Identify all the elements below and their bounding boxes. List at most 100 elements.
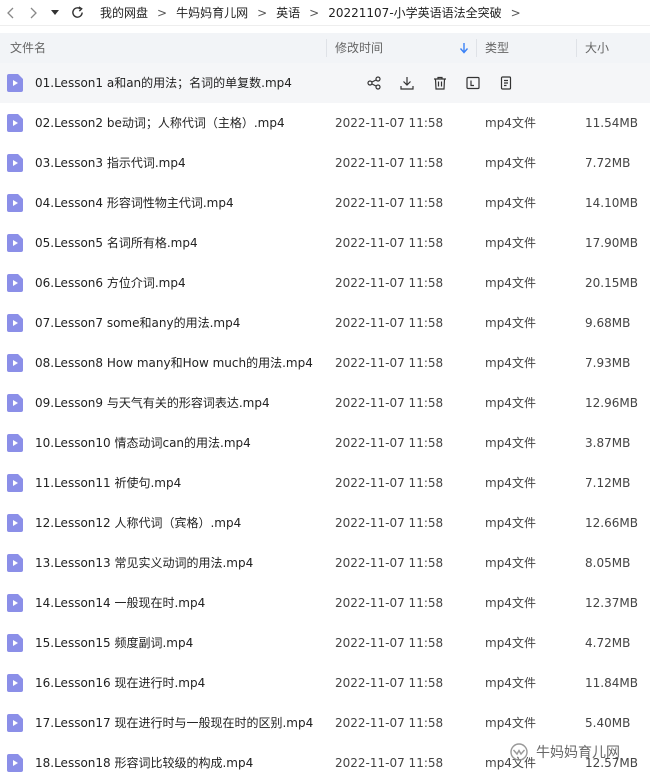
breadcrumb-separator: > [309, 5, 320, 20]
file-name[interactable]: 02.Lesson2 be动词；人称代词（主格）.mp4 [35, 103, 285, 143]
file-name[interactable]: 01.Lesson1 a和an的用法；名词的单复数.mp4 [35, 63, 292, 103]
file-size: 7.93MB [585, 356, 631, 370]
video-file-icon [7, 234, 23, 252]
watermark: 牛妈妈育儿网 [508, 738, 650, 766]
back-button[interactable] [0, 0, 22, 26]
rename-button[interactable] [463, 73, 483, 93]
file-row[interactable]: 12.Lesson12 人称代词（宾格）.mp4 2022-11-07 11:58… [0, 503, 650, 543]
file-size: 12.37MB [585, 596, 638, 610]
file-name[interactable]: 15.Lesson15 频度副词.mp4 [35, 623, 193, 663]
history-dropdown[interactable] [44, 0, 66, 26]
file-row[interactable]: 11.Lesson11 祈使句.mp4 2022-11-07 11:58 mp4文件… [0, 463, 650, 503]
file-name[interactable]: 18.Lesson18 形容词比较级的构成.mp4 [35, 743, 253, 781]
file-type: mp4文件 [485, 276, 536, 290]
column-divider[interactable] [576, 39, 577, 57]
file-row[interactable]: 15.Lesson15 频度副词.mp4 2022-11-07 11:58 mp4文… [0, 623, 650, 663]
file-name[interactable]: 11.Lesson11 祈使句.mp4 [35, 463, 181, 503]
file-type: mp4文件 [485, 636, 536, 650]
file-name[interactable]: 13.Lesson13 常见实义动词的用法.mp4 [35, 543, 253, 583]
document-icon [500, 76, 512, 90]
file-type: mp4文件 [485, 156, 536, 170]
file-type: mp4文件 [485, 396, 536, 410]
file-modified-time: 2022-11-07 11:58 [335, 276, 444, 290]
file-size: 7.12MB [585, 476, 631, 490]
refresh-button[interactable] [66, 0, 88, 26]
file-name[interactable]: 12.Lesson12 人称代词（宾格）.mp4 [35, 503, 241, 543]
file-modified-time: 2022-11-07 11:58 [335, 716, 444, 730]
video-file-icon [7, 714, 23, 732]
column-header-type[interactable]: 类型 [485, 33, 509, 63]
file-size: 12.66MB [585, 516, 638, 530]
file-size: 7.72MB [585, 156, 631, 170]
file-name[interactable]: 03.Lesson3 指示代词.mp4 [35, 143, 186, 183]
file-name[interactable]: 09.Lesson9 与天气有关的形容词表达.mp4 [35, 383, 270, 423]
more-button[interactable] [496, 73, 516, 93]
file-row[interactable]: 02.Lesson2 be动词；人称代词（主格）.mp4 2022-11-07 1… [0, 103, 650, 143]
file-name[interactable]: 14.Lesson14 一般现在时.mp4 [35, 583, 205, 623]
file-type: mp4文件 [485, 676, 536, 690]
column-divider[interactable] [476, 39, 477, 57]
file-row[interactable]: 16.Lesson16 现在进行时.mp4 2022-11-07 11:58 mp4… [0, 663, 650, 703]
file-modified-time: 2022-11-07 11:58 [335, 476, 444, 490]
column-header-name[interactable]: 文件名 [10, 33, 46, 63]
video-file-icon [7, 594, 23, 612]
video-file-icon [7, 274, 23, 292]
file-row[interactable]: 13.Lesson13 常见实义动词的用法.mp4 2022-11-07 11:5… [0, 543, 650, 583]
file-row[interactable]: 06.Lesson6 方位介词.mp4 2022-11-07 11:58 mp4文件… [0, 263, 650, 303]
file-row[interactable]: 10.Lesson10 情态动词can的用法.mp4 2022-11-07 11:… [0, 423, 650, 463]
file-name[interactable]: 08.Lesson8 How many和How much的用法.mp4 [35, 343, 313, 383]
breadcrumb-item[interactable]: 我的网盘 [100, 4, 148, 21]
breadcrumb-item[interactable]: 牛妈妈育儿网 [176, 4, 248, 21]
file-type: mp4文件 [485, 556, 536, 570]
chevron-right-icon [30, 7, 37, 18]
file-row[interactable]: 08.Lesson8 How many和How much的用法.mp4 2022-… [0, 343, 650, 383]
chevron-left-icon [7, 7, 14, 18]
file-name[interactable]: 04.Lesson4 形容词性物主代词.mp4 [35, 183, 234, 223]
sort-desc-icon[interactable] [459, 42, 469, 54]
file-name[interactable]: 05.Lesson5 名词所有格.mp4 [35, 223, 198, 263]
breadcrumb-item[interactable]: 20221107-小学英语语法全突破 [328, 4, 501, 21]
video-file-icon [7, 554, 23, 572]
file-name[interactable]: 10.Lesson10 情态动词can的用法.mp4 [35, 423, 251, 463]
file-name[interactable]: 06.Lesson6 方位介词.mp4 [35, 263, 186, 303]
file-modified-time: 2022-11-07 11:58 [335, 676, 444, 690]
file-name[interactable]: 16.Lesson16 现在进行时.mp4 [35, 663, 205, 703]
file-size: 17.90MB [585, 236, 638, 250]
file-row[interactable]: 17.Lesson17 现在进行时与一般现在时的区别.mp4 2022-11-07… [0, 703, 650, 743]
file-modified-time: 2022-11-07 11:58 [335, 516, 444, 530]
video-file-icon [7, 154, 23, 172]
column-divider[interactable] [326, 39, 327, 57]
file-row[interactable]: 07.Lesson7 some和any的用法.mp4 2022-11-07 11:… [0, 303, 650, 343]
breadcrumb-separator: > [157, 5, 168, 20]
video-file-icon [7, 474, 23, 492]
delete-button[interactable] [430, 73, 450, 93]
video-file-icon [7, 314, 23, 332]
file-size: 4.72MB [585, 636, 631, 650]
file-modified-time: 2022-11-07 11:58 [335, 556, 444, 570]
file-size: 11.54MB [585, 116, 638, 130]
file-type: mp4文件 [485, 716, 536, 730]
share-button[interactable] [364, 73, 384, 93]
file-modified-time: 2022-11-07 11:58 [335, 156, 444, 170]
video-file-icon [7, 74, 23, 92]
breadcrumb-separator: > [510, 5, 521, 20]
file-row[interactable]: 01.Lesson1 a和an的用法；名词的单复数.mp4 [0, 63, 650, 103]
file-modified-time: 2022-11-07 11:58 [335, 356, 444, 370]
file-modified-time: 2022-11-07 11:58 [335, 396, 444, 410]
file-size: 11.84MB [585, 676, 638, 690]
forward-button[interactable] [22, 0, 44, 26]
video-file-icon [7, 194, 23, 212]
file-row[interactable]: 03.Lesson3 指示代词.mp4 2022-11-07 11:58 mp4文件… [0, 143, 650, 183]
file-row[interactable]: 05.Lesson5 名词所有格.mp4 2022-11-07 11:58 mp4文… [0, 223, 650, 263]
share-icon [367, 76, 381, 90]
column-header-modified[interactable]: 修改时间 [335, 33, 383, 63]
breadcrumb-item[interactable]: 英语 [276, 4, 300, 21]
column-header-size[interactable]: 大小 [585, 33, 609, 63]
file-modified-time: 2022-11-07 11:58 [335, 436, 444, 450]
file-row[interactable]: 04.Lesson4 形容词性物主代词.mp4 2022-11-07 11:58 m… [0, 183, 650, 223]
download-button[interactable] [397, 73, 417, 93]
file-name[interactable]: 17.Lesson17 现在进行时与一般现在时的区别.mp4 [35, 703, 313, 743]
file-row[interactable]: 09.Lesson9 与天气有关的形容词表达.mp4 2022-11-07 11:… [0, 383, 650, 423]
file-row[interactable]: 14.Lesson14 一般现在时.mp4 2022-11-07 11:58 mp4… [0, 583, 650, 623]
file-name[interactable]: 07.Lesson7 some和any的用法.mp4 [35, 303, 240, 343]
